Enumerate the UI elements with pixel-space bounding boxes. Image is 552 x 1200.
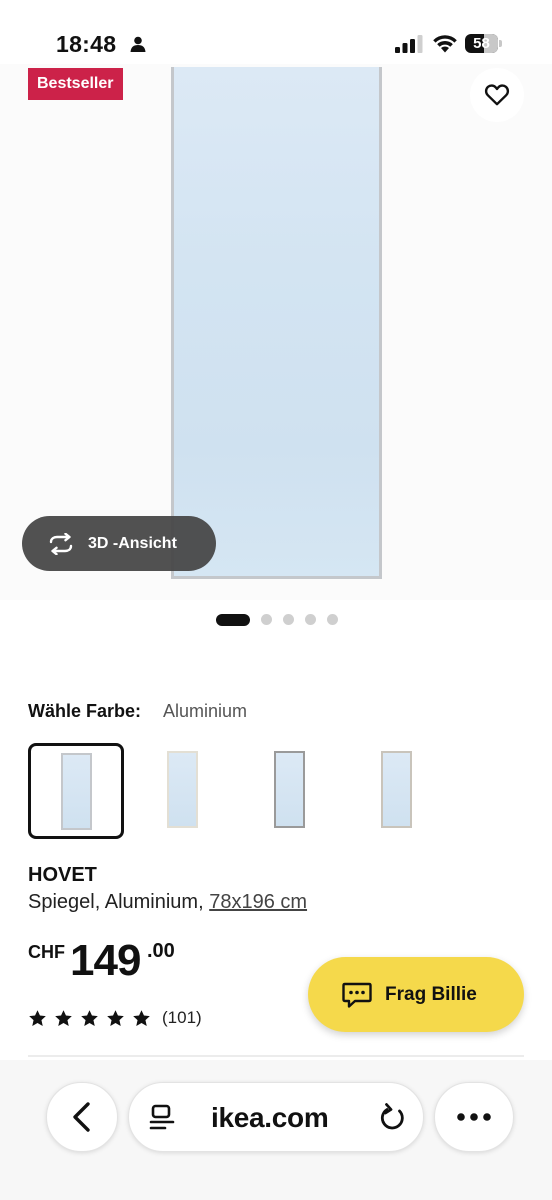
carousel-dot[interactable] (283, 614, 294, 625)
carousel-dot[interactable] (327, 614, 338, 625)
star-icon (133, 1009, 150, 1026)
product-name: HOVET (28, 864, 97, 886)
wifi-icon (433, 35, 457, 53)
chat-assistant-label: Frag Billie (385, 983, 477, 1005)
color-swatch-image (381, 751, 412, 828)
color-swatch-image (61, 753, 92, 830)
price-currency: CHF (28, 942, 65, 962)
person-icon (130, 36, 146, 52)
reload-icon[interactable] (377, 1103, 407, 1133)
status-bar: 18:48 58 (0, 0, 552, 64)
chat-bubble-icon (342, 982, 372, 1008)
color-swatch[interactable] (242, 743, 338, 839)
price-decimal: .00 (147, 940, 175, 962)
rotate-3d-icon (49, 532, 73, 555)
product-description-text: Spiegel, Aluminium, (28, 891, 210, 913)
battery-level: 58 (473, 35, 490, 52)
color-swatch-image (167, 751, 198, 828)
carousel-indicator (0, 614, 552, 626)
star-icon (107, 1009, 124, 1026)
product-rating[interactable]: (101) (28, 1007, 202, 1029)
status-time: 18:48 (56, 31, 117, 57)
price-integer: 149 (70, 936, 141, 985)
color-picker-value: Aluminium (163, 701, 248, 721)
bestseller-badge: Bestseller (28, 68, 123, 100)
favorite-button[interactable] (470, 68, 524, 122)
color-picker-label: Wähle Farbe: (28, 701, 142, 721)
star-icon (55, 1009, 72, 1026)
address-bar-domain: ikea.com (211, 1102, 329, 1133)
chevron-left-icon (73, 1102, 90, 1132)
star-icon (29, 1009, 46, 1026)
carousel-dot[interactable] (261, 614, 272, 625)
color-swatch[interactable] (349, 743, 445, 839)
product-description: Spiegel, Aluminium, 78x196 cm (28, 891, 307, 914)
cellular-signal-icon (395, 35, 423, 53)
browser-back-button[interactable] (46, 1082, 118, 1152)
heart-icon (484, 84, 510, 106)
color-swatch[interactable] (28, 743, 124, 839)
page-menu-icon[interactable] (149, 1104, 177, 1132)
address-bar[interactable]: ikea.com (128, 1082, 424, 1152)
more-dots-icon (457, 1113, 491, 1121)
star-icon (81, 1009, 98, 1026)
chat-assistant-button[interactable]: Frag Billie (308, 957, 524, 1032)
color-swatch-image (274, 751, 305, 828)
product-image-mirror (171, 67, 382, 579)
browser-more-button[interactable] (434, 1082, 514, 1152)
divider (28, 1055, 524, 1057)
review-count: (101) (162, 1008, 202, 1027)
color-swatch[interactable] (135, 743, 231, 839)
product-size-link[interactable]: 78x196 cm (209, 891, 307, 913)
carousel-dot[interactable] (216, 614, 250, 626)
carousel-dot[interactable] (305, 614, 316, 625)
3d-view-label: 3D -Ansicht (88, 534, 177, 552)
3d-view-button[interactable]: 3D -Ansicht (22, 516, 216, 571)
battery-icon: 58 (465, 34, 503, 53)
